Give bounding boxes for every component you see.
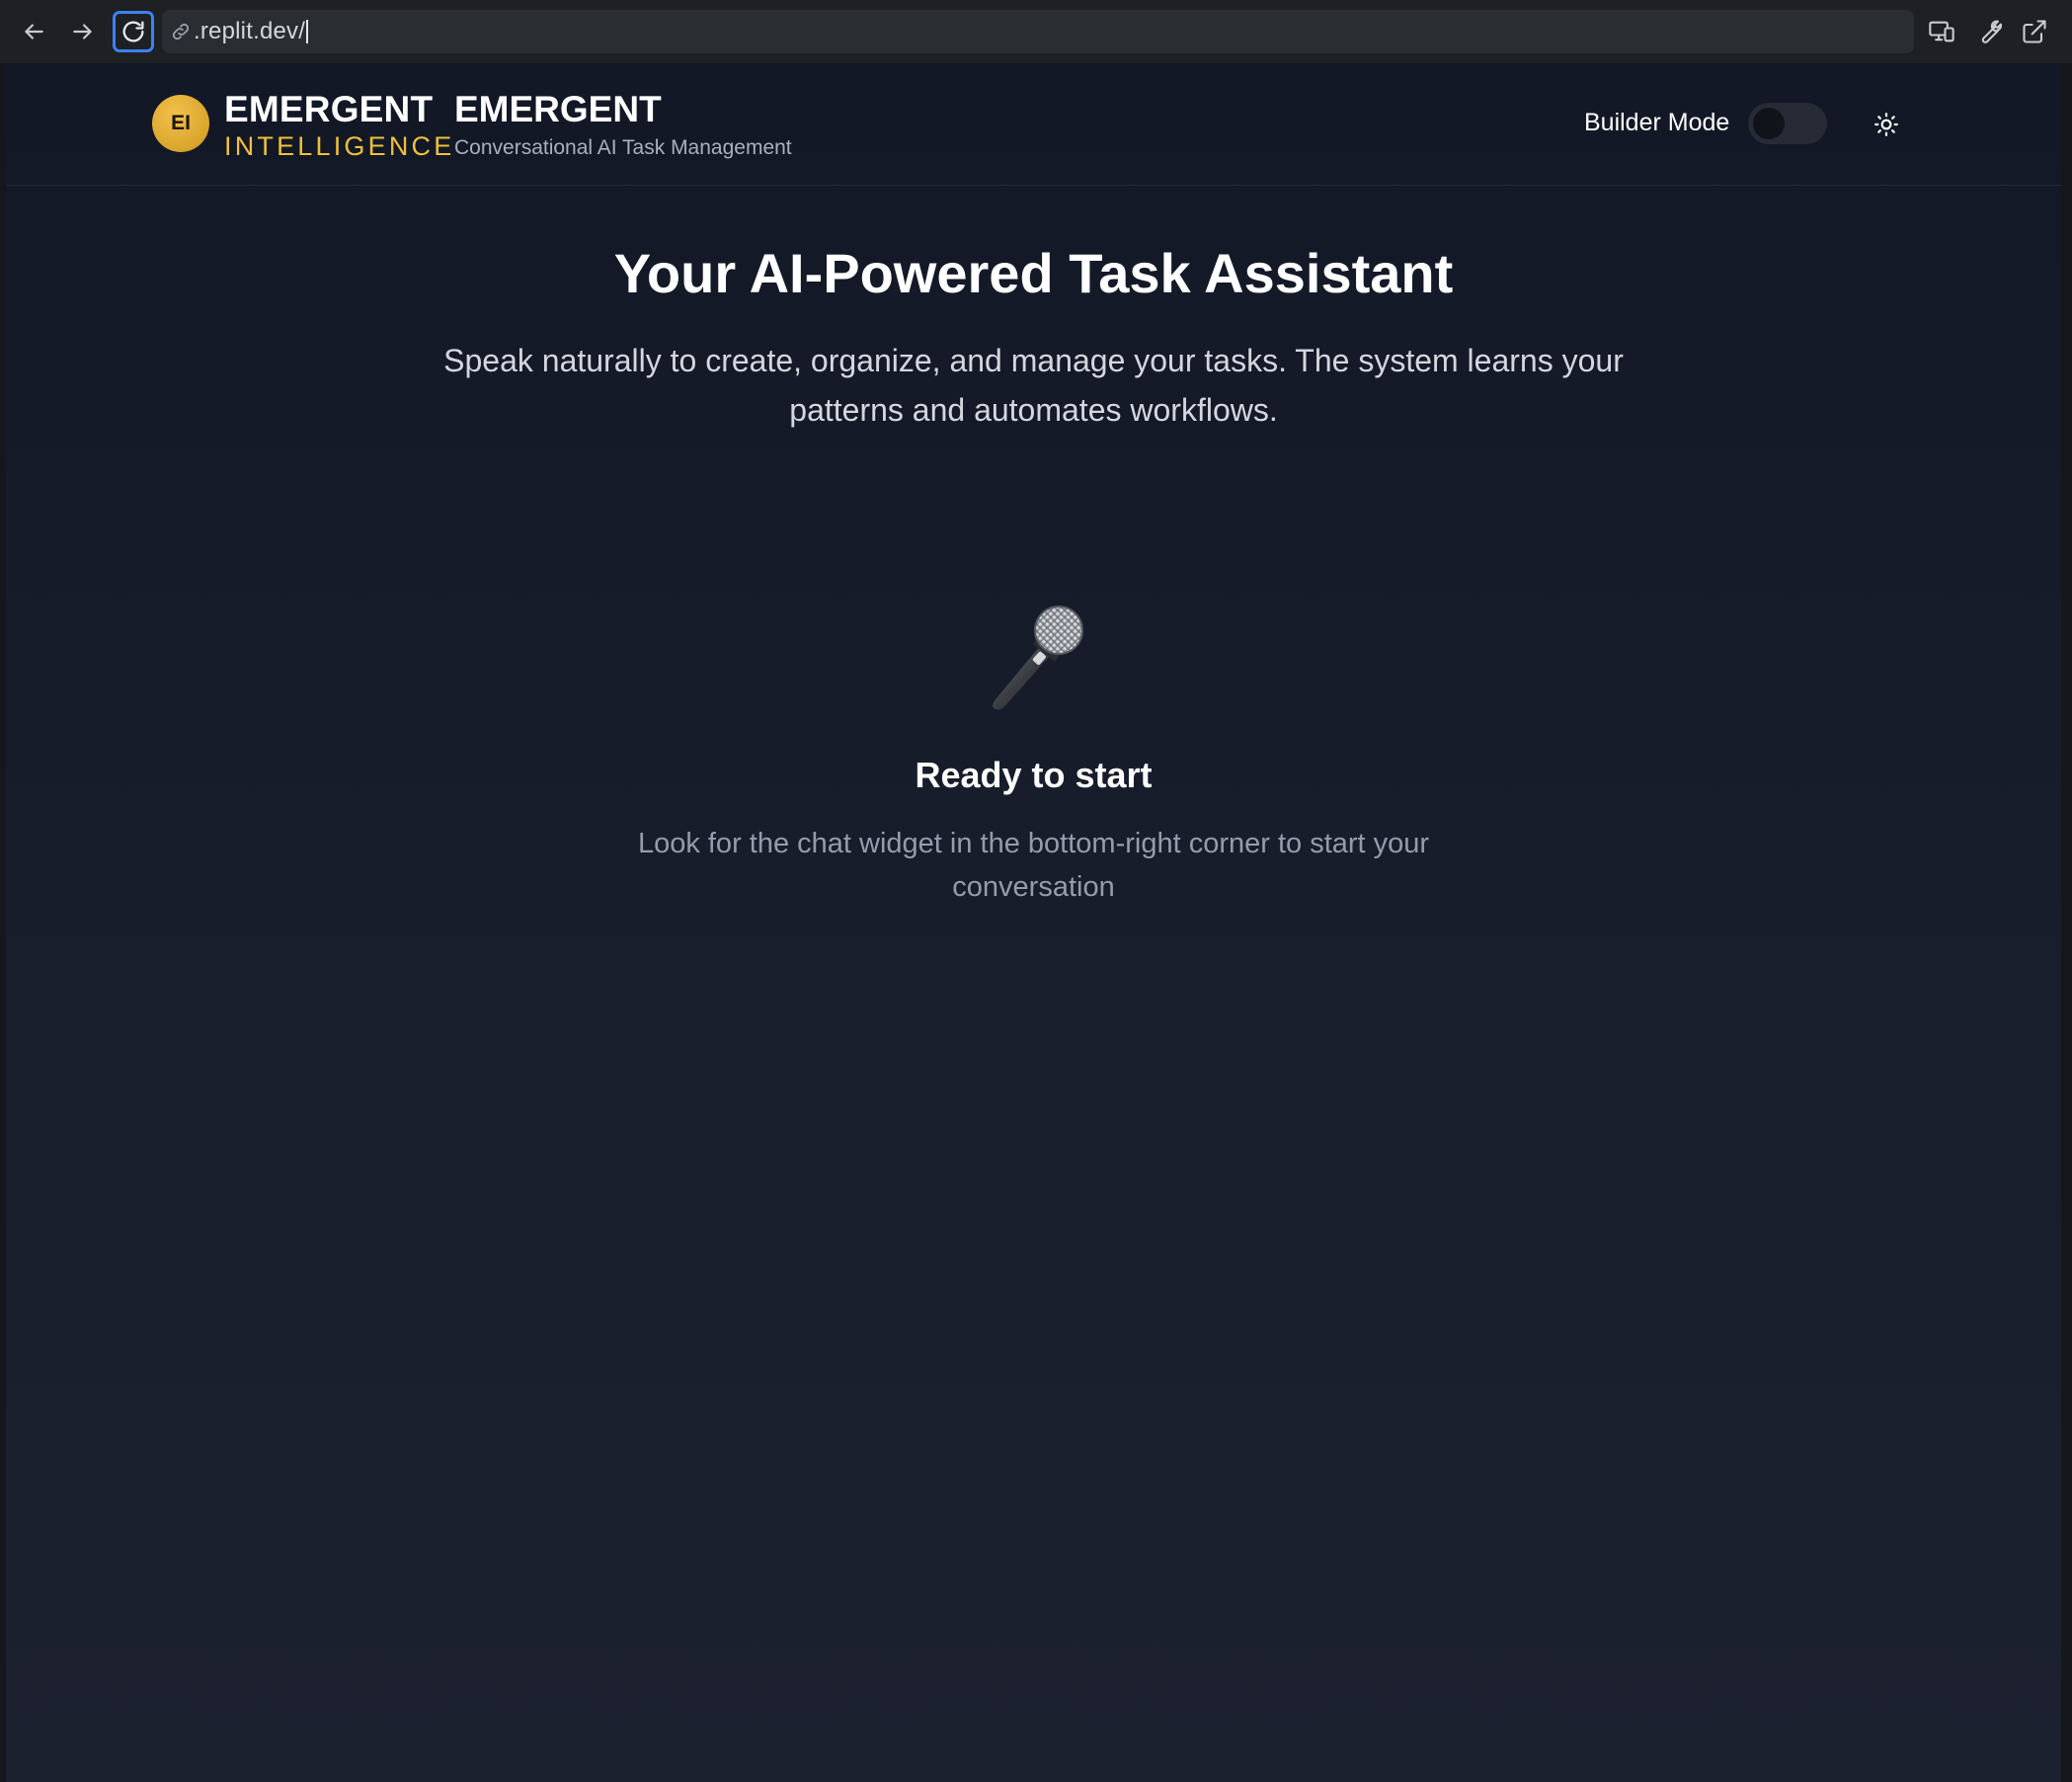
arrow-right-icon bbox=[73, 24, 92, 40]
builder-mode-label: Builder Mode bbox=[1584, 109, 1730, 136]
empty-state-description: Look for the chat widget in the bottom-r… bbox=[637, 828, 1430, 903]
product-subtitle: Conversational AI Task Management bbox=[454, 136, 792, 159]
forward-button[interactable] bbox=[63, 12, 103, 51]
theme-toggle-button[interactable] bbox=[1869, 107, 1904, 142]
link-icon bbox=[170, 21, 192, 42]
tools-button[interactable] bbox=[1971, 14, 2007, 49]
sun-icon bbox=[1874, 113, 1898, 136]
builder-mode-toggle[interactable] bbox=[1748, 103, 1827, 144]
product-title: EMERGENT bbox=[454, 89, 662, 129]
devices-button[interactable] bbox=[1924, 14, 1959, 49]
url-text: .replit.dev/ bbox=[194, 18, 306, 44]
brand-name: EMERGENT bbox=[224, 89, 434, 129]
logo-badge: EI bbox=[152, 95, 209, 152]
back-button[interactable] bbox=[14, 12, 53, 51]
toggle-knob bbox=[1753, 108, 1785, 139]
page-title: Your AI-Powered Task Assistant bbox=[613, 242, 1454, 304]
devices-icon bbox=[1929, 21, 1954, 42]
browser-toolbar: .replit.dev/ bbox=[0, 0, 2072, 63]
external-link-icon bbox=[2023, 20, 2046, 43]
wrench-icon bbox=[1981, 20, 2003, 43]
brand-tagline: INTELLIGENCE bbox=[224, 131, 455, 161]
text-caret bbox=[306, 20, 309, 43]
microphone-icon bbox=[974, 597, 1092, 715]
empty-state-title: Ready to start bbox=[915, 755, 1153, 795]
reload-icon bbox=[122, 21, 144, 42]
app-viewport: EI EMERGENT INTELLIGENCE EMERGENT Conver… bbox=[6, 63, 2061, 1782]
app-header: EI EMERGENT INTELLIGENCE EMERGENT Conver… bbox=[6, 63, 2061, 186]
address-bar[interactable]: .replit.dev/ bbox=[162, 10, 1914, 53]
open-external-button[interactable] bbox=[2017, 14, 2052, 49]
arrow-left-icon bbox=[25, 24, 43, 40]
page-description: Speak naturally to create, organize, and… bbox=[443, 343, 1624, 428]
reload-button[interactable] bbox=[113, 11, 154, 52]
